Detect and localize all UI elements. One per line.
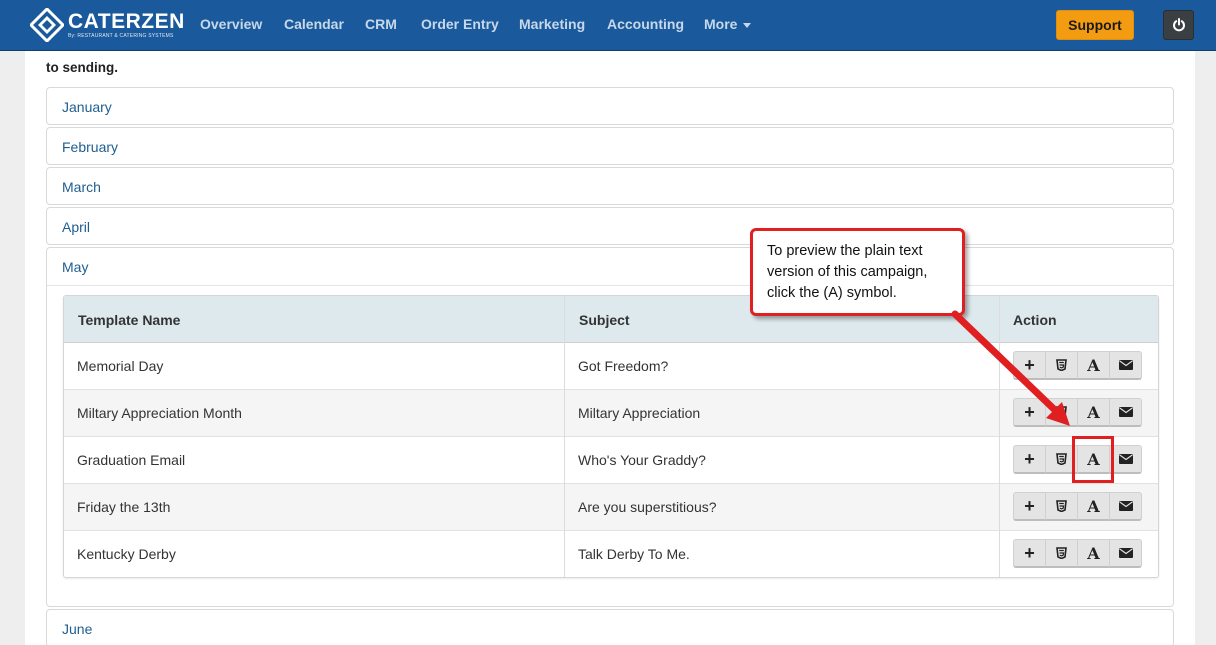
subject-cell: Are you superstitious? (578, 499, 717, 515)
nav-more-label: More (704, 16, 738, 32)
subject-cell: Who's Your Graddy? (578, 452, 706, 468)
envelope-icon (1118, 454, 1133, 464)
subject-cell: Miltary Appreciation (578, 405, 701, 421)
nav-overview[interactable]: Overview (200, 16, 262, 32)
envelope-icon (1118, 360, 1133, 370)
add-button[interactable]: + (1013, 445, 1046, 474)
html5-icon (1056, 453, 1067, 465)
logo-diamond-icon (30, 8, 64, 42)
callout-line: version of this campaign, (767, 264, 928, 280)
plain-text-preview-button[interactable]: A (1077, 351, 1110, 380)
table-row: Kentucky Derby Talk Derby To Me. + A (64, 531, 1158, 577)
power-icon (1172, 18, 1185, 32)
month-panel-june[interactable]: June (46, 609, 1174, 645)
table-row: Memorial Day Got Freedom? + A (64, 343, 1158, 390)
month-panel-march[interactable]: March (46, 167, 1174, 205)
plain-text-icon: A (1087, 543, 1100, 563)
month-label: April (62, 219, 91, 235)
month-label: May (62, 259, 89, 275)
logout-button[interactable] (1163, 10, 1194, 40)
top-navbar: CATERZEN By: RESTAURANT & CATERING SYSTE… (0, 0, 1216, 51)
plus-icon: + (1024, 496, 1035, 516)
html5-icon (1056, 406, 1067, 418)
add-button[interactable]: + (1013, 492, 1046, 521)
html5-icon (1056, 547, 1067, 559)
add-button[interactable]: + (1013, 351, 1046, 380)
month-label: January (62, 99, 112, 115)
add-button[interactable]: + (1013, 398, 1046, 427)
template-name-cell: Graduation Email (77, 452, 186, 468)
send-email-button[interactable] (1109, 398, 1142, 427)
month-label: March (62, 179, 101, 195)
month-panel-april[interactable]: April (46, 207, 1174, 245)
header-action: Action (1013, 312, 1057, 328)
send-email-button[interactable] (1109, 492, 1142, 521)
nav-more-dropdown[interactable]: More (704, 16, 752, 32)
highlight-box (1072, 436, 1114, 483)
nav-accounting[interactable]: Accounting (607, 16, 684, 32)
plus-icon: + (1024, 543, 1035, 563)
table-header: Template Name Subject Action (64, 296, 1158, 343)
plus-icon: + (1024, 402, 1035, 422)
nav-crm[interactable]: CRM (365, 16, 397, 32)
html-preview-button[interactable] (1045, 398, 1078, 427)
support-button[interactable]: Support (1056, 10, 1134, 40)
nav-marketing[interactable]: Marketing (519, 16, 585, 32)
action-button-group: + A (1013, 351, 1142, 381)
html5-icon (1056, 500, 1067, 512)
nav-calendar[interactable]: Calendar (284, 16, 344, 32)
envelope-icon (1118, 407, 1133, 417)
table-row: Graduation Email Who's Your Graddy? + A (64, 437, 1158, 484)
month-label: February (62, 139, 119, 155)
template-name-cell: Friday the 13th (77, 499, 171, 515)
month-panel-may: May Template Name Subject Action Memoria… (46, 247, 1174, 607)
nav-order-entry[interactable]: Order Entry (421, 16, 499, 32)
action-button-group: + A (1013, 492, 1142, 522)
logo-subtitle: By: RESTAURANT & CATERING SYSTEMS (68, 32, 174, 39)
plain-text-preview-button[interactable]: A (1077, 398, 1110, 427)
envelope-icon (1118, 501, 1133, 511)
table-row: Friday the 13th Are you superstitious? + A (64, 484, 1158, 531)
caterzen-logo[interactable]: CATERZEN By: RESTAURANT & CATERING SYSTE… (30, 8, 185, 42)
plain-text-icon: A (1087, 355, 1100, 375)
logo-title: CATERZEN (68, 9, 185, 33)
plain-text-icon: A (1087, 402, 1100, 422)
template-name-cell: Miltary Appreciation Month (77, 405, 242, 421)
caret-down-icon (743, 22, 752, 28)
header-subject: Subject (579, 312, 630, 328)
column-divider (999, 296, 1000, 577)
subject-cell: Talk Derby To Me. (578, 546, 690, 562)
header-template-name: Template Name (78, 312, 181, 328)
html-preview-button[interactable] (1045, 351, 1078, 380)
month-header-may[interactable]: May (47, 248, 1173, 286)
plain-text-preview-button[interactable]: A (1077, 492, 1110, 521)
html-preview-button[interactable] (1045, 539, 1078, 568)
templates-table: Template Name Subject Action Memorial Da… (63, 295, 1159, 578)
add-button[interactable]: + (1013, 539, 1046, 568)
action-button-group: + A (1013, 539, 1142, 569)
template-name-cell: Memorial Day (77, 358, 164, 374)
action-button-group: + A (1013, 398, 1142, 428)
plus-icon: + (1024, 449, 1035, 469)
subject-cell: Got Freedom? (578, 358, 669, 374)
send-email-button[interactable] (1109, 539, 1142, 568)
template-name-cell: Kentucky Derby (77, 546, 176, 562)
plain-text-icon: A (1087, 496, 1100, 516)
send-email-button[interactable] (1109, 351, 1142, 380)
html5-icon (1056, 359, 1067, 371)
month-panel-february[interactable]: February (46, 127, 1174, 165)
tutorial-callout: To preview the plain text version of thi… (750, 228, 965, 316)
plus-icon: + (1024, 355, 1035, 375)
plain-text-preview-button[interactable]: A (1077, 539, 1110, 568)
month-label: June (62, 621, 93, 637)
table-row: Miltary Appreciation Month Miltary Apprec… (64, 390, 1158, 437)
html-preview-button[interactable] (1045, 492, 1078, 521)
intro-text: to sending. (46, 60, 118, 75)
column-divider (564, 296, 565, 577)
callout-line: click the (A) symbol. (767, 285, 897, 301)
month-panel-january[interactable]: January (46, 87, 1174, 125)
callout-line: To preview the plain text (767, 243, 923, 259)
envelope-icon (1118, 548, 1133, 558)
